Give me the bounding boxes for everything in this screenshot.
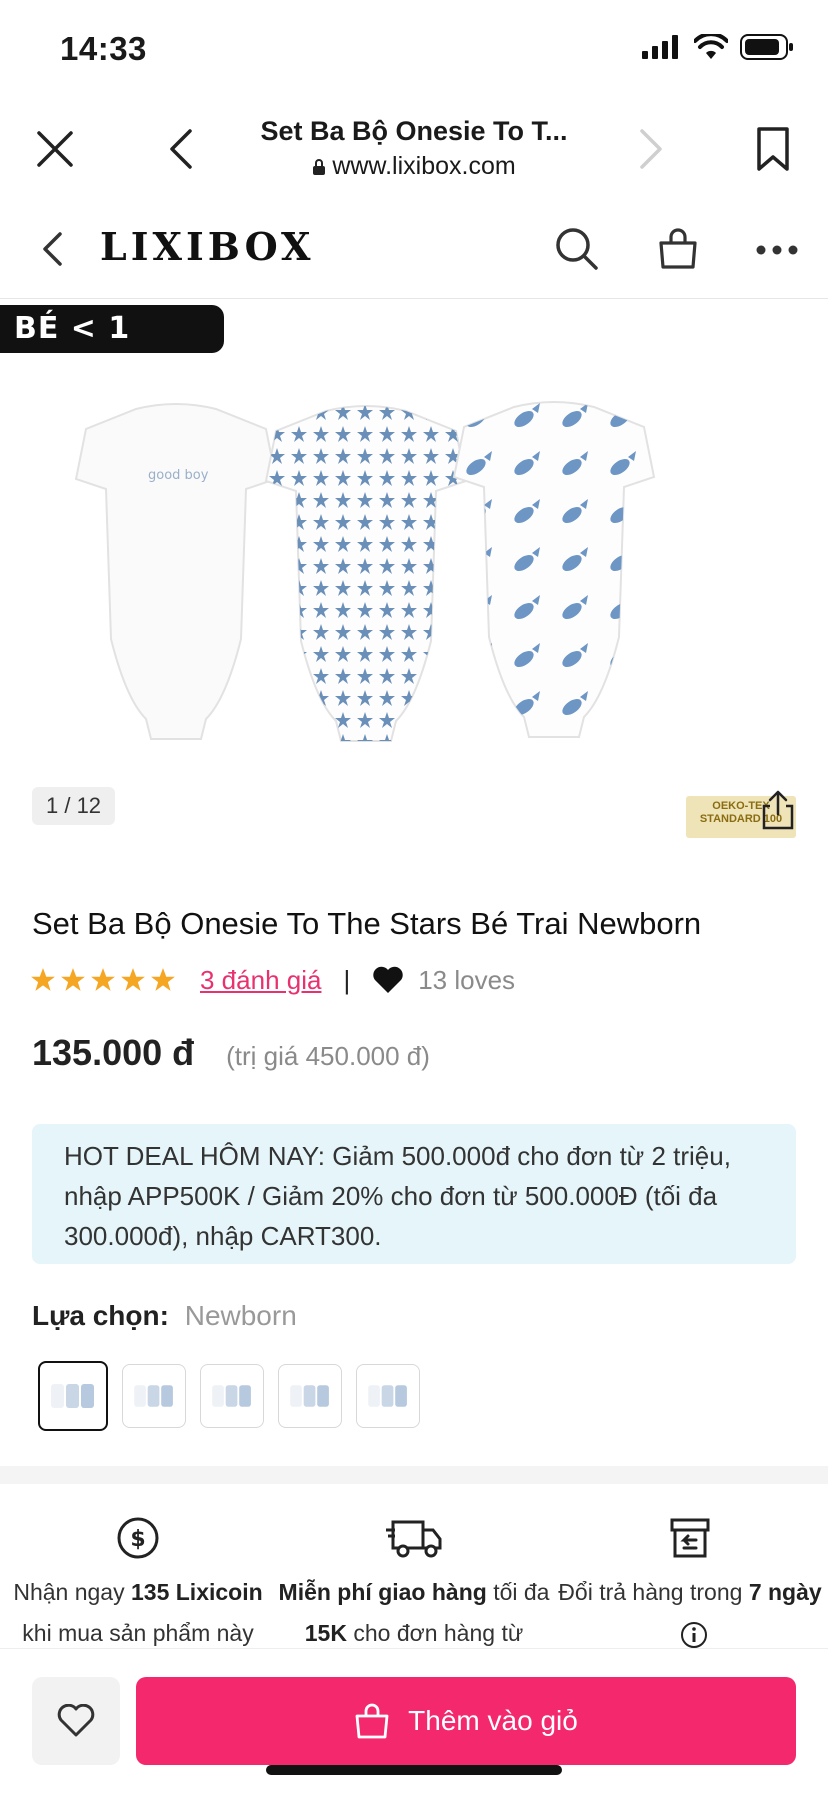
price-row: 135.000 đ (trị giá 450.000 đ) <box>32 1032 430 1074</box>
add-to-cart-button[interactable]: Thêm vào giỏ <box>136 1677 796 1765</box>
more-icon[interactable] <box>754 230 800 270</box>
product-title: Set Ba Bộ Onesie To The Stars Bé Trai Ne… <box>32 906 702 941</box>
back-icon[interactable] <box>158 124 204 174</box>
star-icon <box>151 968 175 991</box>
option-label: Lựa chọn: <box>32 1300 169 1331</box>
heart-outline-icon <box>57 1704 95 1737</box>
share-icon[interactable] <box>758 787 798 833</box>
site-header: LIXIBOX <box>0 200 828 299</box>
bookmark-icon[interactable] <box>748 122 798 176</box>
variant-swatch[interactable] <box>356 1364 420 1428</box>
age-badge: BÉ < 1 TUỔI <box>0 305 224 394</box>
page-title: Set Ba Bộ Onesie To T... <box>260 116 568 146</box>
home-indicator <box>266 1765 562 1775</box>
product-photo: good boy <box>75 401 655 742</box>
delivery-truck-icon <box>386 1520 442 1558</box>
variant-swatch[interactable] <box>38 1361 108 1431</box>
close-icon[interactable] <box>30 124 80 174</box>
option-value: Newborn <box>184 1300 297 1331</box>
search-icon[interactable] <box>552 224 602 274</box>
svg-text:$: $ <box>130 1527 145 1552</box>
status-icons <box>642 34 794 60</box>
info-icon[interactable] <box>680 1621 708 1649</box>
product-image-carousel[interactable]: BÉ < 1 TUỔI good boy 1 / 12 OEKO-TEX STA… <box>0 299 828 857</box>
benefit-lixicoin: $ Nhận ngay 135 Lixicoin khi mua sản phẩ… <box>0 1510 276 1654</box>
star-rating <box>30 967 176 993</box>
benefit-free-shipping: Miễn phí giao hàng tối đa 15K cho đơn hà… <box>276 1510 552 1654</box>
benefit-returns: Đổi trả hàng trong 7 ngày <box>552 1510 828 1654</box>
signal-icon <box>642 35 678 59</box>
wifi-icon <box>694 34 728 59</box>
battery-icon <box>740 34 793 60</box>
add-to-cart-label: Thêm vào giỏ <box>408 1705 578 1736</box>
variant-swatch[interactable] <box>200 1364 264 1428</box>
url-bar[interactable]: www.lixibox.com <box>200 152 628 181</box>
loves-count: 13 loves <box>418 964 516 995</box>
return-box-icon <box>670 1518 710 1558</box>
star-icon <box>61 968 85 991</box>
site-logo[interactable]: LIXIBOX <box>100 224 315 269</box>
hot-deal-banner: HOT DEAL HÔM NAY: Giảm 500.000đ cho đơn … <box>32 1124 796 1264</box>
cart-icon[interactable] <box>652 222 704 274</box>
option-row: Lựa chọn: Newborn <box>32 1300 297 1332</box>
browser-bar: Set Ba Bộ Onesie To T... www.lixibox.com <box>0 96 828 201</box>
dollar-coin-icon: $ <box>117 1517 159 1559</box>
wishlist-button[interactable] <box>32 1677 120 1765</box>
star-icon <box>121 968 145 991</box>
star-icon <box>91 968 115 991</box>
variant-swatch[interactable] <box>122 1364 186 1428</box>
shopping-bag-icon <box>355 1703 389 1739</box>
rating-row: 3 đánh giá | 13 loves <box>30 960 515 1000</box>
price: 135.000 đ <box>32 1032 195 1073</box>
separator: | <box>343 964 351 995</box>
image-counter: 1 / 12 <box>32 787 116 825</box>
status-time: 14:33 <box>60 30 147 67</box>
star-icon <box>31 968 55 991</box>
forward-icon[interactable] <box>628 124 674 174</box>
site-back-icon[interactable] <box>34 226 70 272</box>
reviews-link[interactable]: 3 đánh giá <box>200 965 321 996</box>
variant-swatches <box>38 1361 420 1431</box>
original-price: (trị giá 450.000 đ) <box>226 1041 430 1071</box>
lock-icon <box>313 158 326 175</box>
svg-text:good boy: good boy <box>148 468 209 483</box>
heart-icon[interactable] <box>372 966 404 994</box>
section-divider <box>0 1466 828 1484</box>
url-text: www.lixibox.com <box>332 152 516 180</box>
variant-swatch[interactable] <box>278 1364 342 1428</box>
